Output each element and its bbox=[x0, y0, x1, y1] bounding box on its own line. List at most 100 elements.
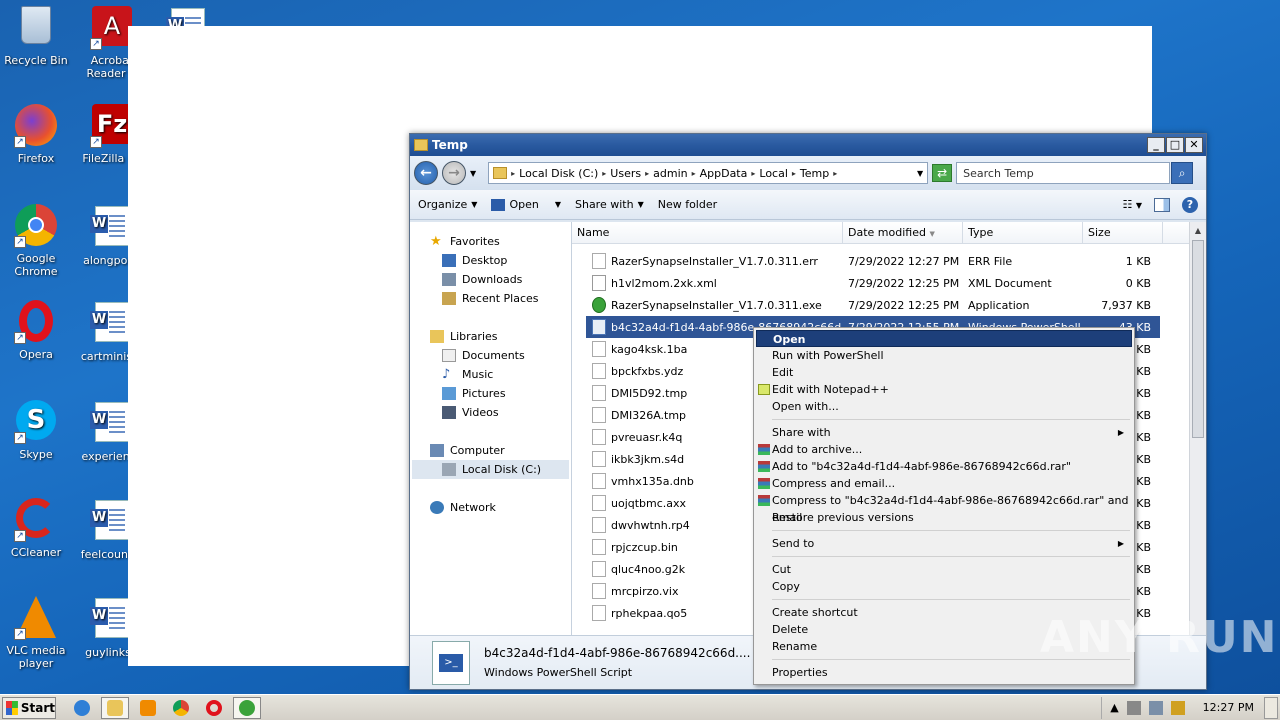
nav-local-disk[interactable]: Local Disk (C:) bbox=[412, 460, 569, 479]
menu-item-compress-email[interactable]: Compress and email... bbox=[756, 475, 1132, 492]
new-folder-button[interactable]: New folder bbox=[658, 198, 717, 211]
menu-item-cut[interactable]: Cut bbox=[756, 561, 1132, 578]
file-icon bbox=[592, 253, 606, 269]
column-type[interactable]: Type bbox=[963, 222, 1083, 243]
menu-item-edit[interactable]: Edit bbox=[756, 364, 1132, 381]
table-row[interactable]: h1vl2mom.2xk.xml 7/29/2022 12:25 PM XML … bbox=[572, 272, 1206, 294]
organize-button[interactable]: Organize ▼ bbox=[418, 198, 477, 211]
desktop-icon-recycle-bin[interactable]: Recycle Bin bbox=[0, 6, 72, 67]
breadcrumb-users[interactable]: Users bbox=[610, 167, 641, 180]
desktop-icon-ccleaner[interactable]: ↗ CCleaner bbox=[0, 498, 72, 559]
menu-item-open[interactable]: Open bbox=[756, 330, 1132, 347]
drive-icon bbox=[442, 463, 456, 476]
windows-logo-icon bbox=[6, 700, 18, 715]
menu-item-properties[interactable]: Properties bbox=[756, 664, 1132, 681]
menu-item-add-to-rar[interactable]: Add to "b4c32a4d-f1d4-4abf-986e-86768942… bbox=[756, 458, 1132, 475]
desktop-icon bbox=[442, 254, 456, 267]
breadcrumb-local[interactable]: Local bbox=[759, 167, 788, 180]
scroll-up-icon[interactable]: ▲ bbox=[1190, 222, 1206, 239]
search-icon[interactable]: ⌕ bbox=[1171, 162, 1194, 184]
nav-pictures[interactable]: Pictures bbox=[410, 384, 571, 403]
address-dropdown-icon[interactable]: ▼ bbox=[917, 169, 923, 178]
clock[interactable]: 12:27 PM bbox=[1203, 701, 1254, 714]
menu-item-compress-to-rar-email[interactable]: Compress to "b4c32a4d-f1d4-4abf-986e-867… bbox=[756, 492, 1132, 524]
share-with-button[interactable]: Share with ▼ bbox=[575, 198, 644, 211]
shortcut-arrow-icon: ↗ bbox=[14, 332, 26, 344]
razer-icon bbox=[239, 699, 255, 716]
desktop-icon-opera[interactable]: ↗ Opera bbox=[0, 300, 72, 361]
maximize-button[interactable]: □ bbox=[1166, 137, 1184, 153]
vertical-scrollbar[interactable]: ▲ bbox=[1189, 222, 1206, 635]
tray-expand-icon[interactable]: ▲ bbox=[1110, 701, 1118, 714]
recent-pages-icon[interactable]: ▼ bbox=[470, 169, 476, 178]
forward-button[interactable]: → bbox=[442, 161, 466, 185]
taskbar-chrome[interactable] bbox=[167, 697, 195, 719]
nav-libraries[interactable]: Libraries bbox=[410, 327, 571, 346]
taskbar-media-player[interactable] bbox=[134, 697, 162, 719]
start-button[interactable]: Start bbox=[2, 696, 56, 719]
menu-item-add-to-archive[interactable]: Add to archive... bbox=[756, 441, 1132, 458]
taskbar-ie[interactable] bbox=[68, 697, 96, 719]
nav-music[interactable]: ♪ Music bbox=[410, 365, 571, 384]
breadcrumb-admin[interactable]: admin bbox=[653, 167, 687, 180]
nav-videos[interactable]: Videos bbox=[410, 403, 571, 422]
file-icon bbox=[592, 539, 606, 555]
nav-network[interactable]: Network bbox=[410, 498, 571, 517]
minimize-button[interactable]: _ bbox=[1147, 137, 1165, 153]
nav-documents[interactable]: Documents bbox=[410, 346, 571, 365]
column-size[interactable]: Size bbox=[1083, 222, 1163, 243]
nav-downloads[interactable]: Downloads bbox=[410, 270, 571, 289]
shortcut-arrow-icon: ↗ bbox=[14, 236, 26, 248]
search-input[interactable]: Search Temp ⌕ bbox=[956, 162, 1194, 184]
address-bar[interactable]: ▸ Local Disk (C:) ▸ Users ▸ admin ▸ AppD… bbox=[488, 162, 929, 184]
speaker-icon[interactable] bbox=[1126, 700, 1141, 715]
desktop-icon-skype[interactable]: S ↗ Skype bbox=[0, 400, 72, 461]
nav-favorites[interactable]: ★ Favorites bbox=[410, 232, 571, 251]
network-tray-icon[interactable] bbox=[1148, 700, 1163, 715]
show-desktop-button[interactable] bbox=[1264, 696, 1278, 719]
title-bar[interactable]: Temp _ □ ✕ bbox=[410, 134, 1206, 156]
action-center-icon[interactable] bbox=[1170, 700, 1185, 715]
desktop-icon-chrome[interactable]: ↗ Google Chrome bbox=[0, 204, 72, 278]
nav-desktop[interactable]: Desktop bbox=[410, 251, 571, 270]
view-options-icon[interactable]: ☷ ▼ bbox=[1122, 198, 1142, 211]
column-name[interactable]: Name bbox=[572, 222, 843, 243]
desktop-icon-vlc[interactable]: ↗ VLC media player bbox=[0, 596, 72, 670]
taskbar-razer[interactable] bbox=[233, 696, 261, 719]
back-button[interactable]: ← bbox=[414, 161, 438, 185]
menu-item-send-to[interactable]: Send to ▶ bbox=[756, 535, 1132, 552]
desktop-icon-firefox[interactable]: ↗ Firefox bbox=[0, 104, 72, 165]
scroll-thumb[interactable] bbox=[1192, 240, 1204, 438]
menu-separator bbox=[772, 530, 1130, 531]
desktop-icon-doc-top[interactable] bbox=[152, 6, 224, 26]
menu-item-copy[interactable]: Copy bbox=[756, 578, 1132, 595]
opera-icon: ↗ bbox=[14, 300, 58, 344]
menu-item-share-with[interactable]: Share with ▶ bbox=[756, 424, 1132, 441]
taskbar-opera[interactable] bbox=[200, 697, 228, 719]
breadcrumb-local-disk[interactable]: Local Disk (C:) bbox=[519, 167, 598, 180]
help-icon[interactable]: ? bbox=[1182, 196, 1198, 213]
open-button[interactable]: Open ▼ bbox=[491, 198, 561, 211]
recycle-bin-icon bbox=[14, 6, 58, 50]
file-icon bbox=[592, 517, 606, 533]
table-row[interactable]: RazerSynapseInstaller_V1.7.0.311.exe 7/2… bbox=[572, 294, 1206, 316]
close-button[interactable]: ✕ bbox=[1185, 137, 1203, 153]
shortcut-arrow-icon: ↗ bbox=[90, 136, 102, 148]
breadcrumb-temp[interactable]: Temp bbox=[800, 167, 829, 180]
razer-app-icon bbox=[592, 297, 606, 313]
menu-item-open-with[interactable]: Open with... bbox=[756, 398, 1132, 415]
file-icon bbox=[592, 407, 606, 423]
menu-item-edit-notepadpp[interactable]: Edit with Notepad++ bbox=[756, 381, 1132, 398]
breadcrumb-appdata[interactable]: AppData bbox=[700, 167, 748, 180]
nav-recent-places[interactable]: Recent Places bbox=[410, 289, 571, 308]
nav-computer[interactable]: Computer bbox=[410, 441, 571, 460]
libraries-icon bbox=[430, 330, 444, 343]
preview-pane-icon[interactable] bbox=[1154, 197, 1170, 212]
menu-item-restore-versions[interactable]: Restore previous versions bbox=[756, 509, 1132, 526]
refresh-button[interactable]: ⇄ bbox=[932, 164, 953, 182]
menu-item-run-with-powershell[interactable]: Run with PowerShell bbox=[756, 347, 1132, 364]
table-row[interactable]: RazerSynapseInstaller_V1.7.0.311.err 7/2… bbox=[572, 250, 1206, 272]
column-date[interactable]: Date modified ▼ bbox=[843, 222, 963, 243]
computer-icon bbox=[430, 444, 444, 457]
taskbar-explorer[interactable] bbox=[101, 696, 129, 719]
